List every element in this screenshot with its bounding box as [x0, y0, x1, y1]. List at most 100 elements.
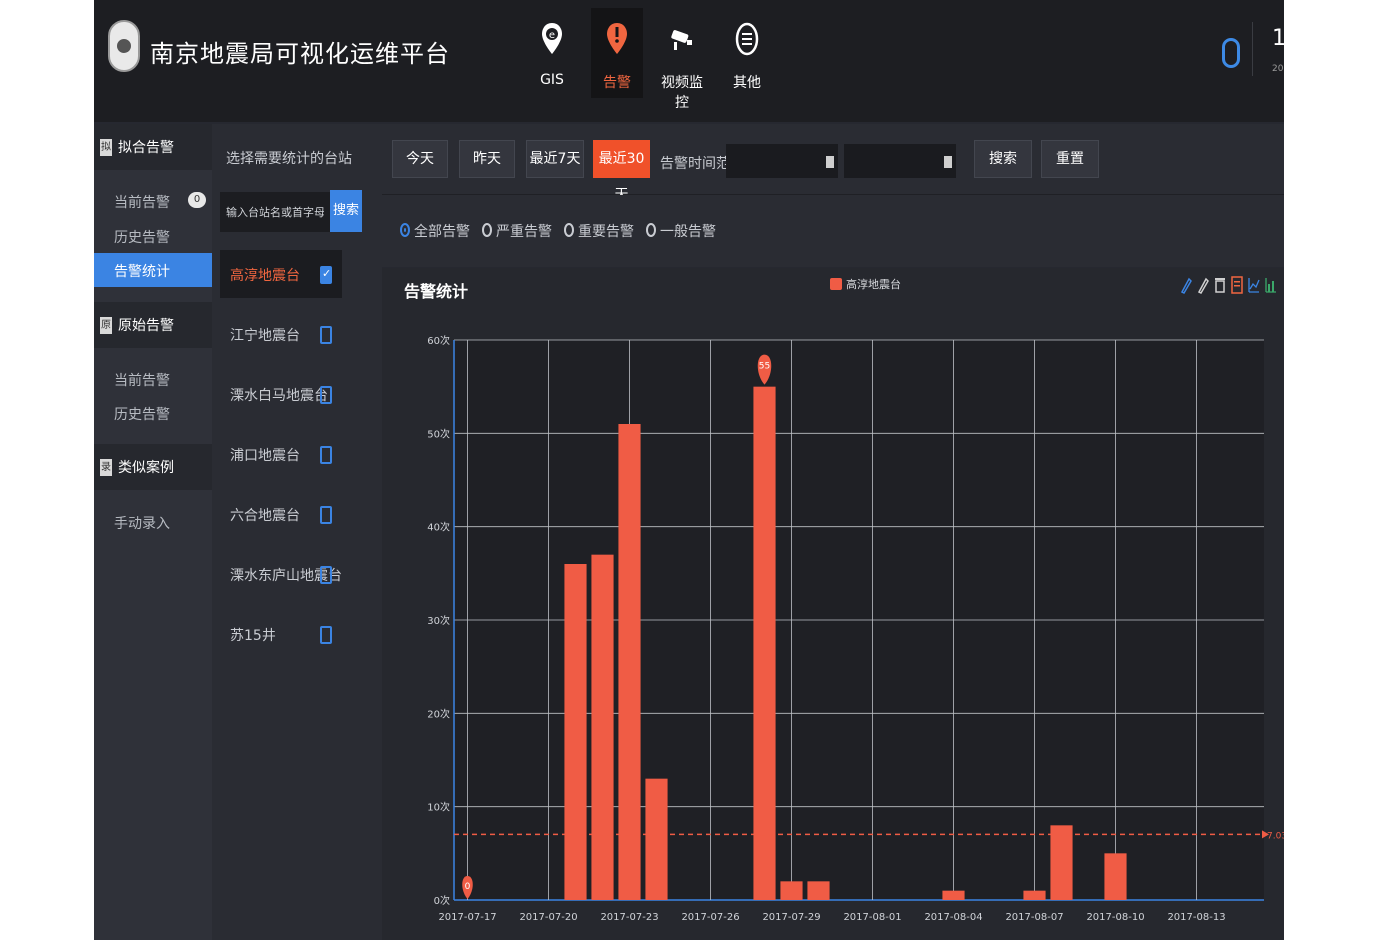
station-checkbox[interactable] — [320, 626, 332, 644]
station-item[interactable]: 苏15井 — [220, 610, 342, 658]
sidebar: 拟 拟合告警 当前告警 0 历史告警 告警统计 原 原始告警 当前告警 历史告警… — [94, 124, 212, 940]
y-tick-label: 20次 — [427, 707, 450, 720]
station-name: 高淳地震台 — [230, 268, 300, 284]
data-view-icon[interactable] — [1231, 276, 1243, 294]
x-tick-label: 2017-08-01 — [843, 912, 901, 923]
chart-panel: 0次 10次 20次 30次 40次 50次 60次 2017-07-17 2017-07-20… — [382, 268, 1284, 940]
nav-video[interactable]: 视频监控 — [656, 8, 708, 111]
sidebar-item-label: 历史告警 — [114, 407, 170, 423]
camera-icon — [671, 30, 692, 50]
group-badge: 原 — [100, 317, 112, 334]
bar — [591, 554, 614, 900]
y-tick-label: 10次 — [427, 801, 450, 814]
severity-filter: 全部告警 严重告警 重要告警 一般告警 — [382, 195, 1284, 267]
last-30-days-button[interactable]: 最近30天 — [593, 140, 650, 203]
station-item[interactable]: 浦口地震台 — [220, 430, 342, 478]
sidebar-item-label: 当前告警 — [114, 373, 170, 389]
alarm-stats-chart: 0次 10次 20次 30次 40次 50次 60次 2017-07-17 2017-07-20… — [427, 334, 1284, 923]
group-title: 类似案例 — [118, 460, 174, 476]
x-tick-label: 2017-07-29 — [762, 912, 820, 923]
station-search-input[interactable] — [220, 192, 330, 232]
user-icon[interactable] — [1222, 38, 1240, 68]
station-name: 溧水白马地震台 — [230, 388, 328, 404]
group-badge: 拟 — [100, 139, 112, 156]
station-item[interactable]: 江宁地震台 — [220, 310, 342, 358]
station-checkbox[interactable] — [320, 566, 332, 584]
seismology-bureau-logo — [108, 20, 140, 72]
alert-icon — [607, 23, 627, 54]
group-title: 拟合告警 — [118, 140, 174, 156]
bar — [645, 778, 668, 900]
sidebar-item-label: 历史告警 — [114, 230, 170, 246]
group-badge: 录 — [100, 459, 112, 476]
line-chart-icon[interactable] — [1248, 276, 1260, 294]
clock-time: 16 — [1272, 26, 1284, 51]
bar-chart-icon[interactable] — [1265, 276, 1277, 294]
start-date-input[interactable] — [726, 144, 838, 178]
sidebar-group-fitted-alarm[interactable]: 拟 拟合告警 — [94, 124, 212, 170]
station-checkbox[interactable] — [320, 266, 332, 284]
nav-alarm[interactable]: 告警 — [591, 8, 643, 98]
sidebar-item-raw-history[interactable]: 历史告警 — [94, 396, 212, 430]
radio-dot — [646, 223, 656, 237]
x-tick-label: 2017-07-20 — [519, 912, 577, 923]
sidebar-group-raw-alarm[interactable]: 原 原始告警 — [94, 302, 212, 348]
station-checkbox[interactable] — [320, 446, 332, 464]
search-button[interactable]: 搜索 — [974, 140, 1032, 178]
station-checkbox[interactable] — [320, 326, 332, 344]
sidebar-item-current-alarm[interactable]: 当前告警 0 — [94, 184, 212, 218]
sidebar-item-manual-entry[interactable]: 手动录入 — [94, 505, 212, 539]
x-tick-label: 2017-07-26 — [681, 912, 739, 923]
bar — [1023, 890, 1046, 900]
station-item[interactable]: 六合地震台 — [220, 490, 342, 538]
mark-point-icon[interactable] — [1180, 276, 1192, 294]
sidebar-item-label: 告警统计 — [114, 264, 170, 280]
station-name: 六合地震台 — [230, 508, 300, 524]
x-tick-label: 2017-08-10 — [1086, 912, 1144, 923]
top-header: 南京地震局可视化运维平台 e GIS 告警 视频监控 其他 1 20 — [94, 0, 1284, 122]
bar — [807, 881, 830, 900]
radio-label: 严重告警 — [496, 224, 552, 240]
sidebar-group-similar-cases[interactable]: 录 类似案例 — [94, 444, 212, 490]
station-name: 江宁地震台 — [230, 328, 300, 344]
svg-text:e: e — [549, 30, 555, 41]
header-divider — [1252, 22, 1253, 76]
x-tick-label: 2017-08-07 — [1005, 912, 1063, 923]
y-tick-label: 40次 — [427, 521, 450, 534]
nav-gis[interactable]: e GIS — [526, 8, 578, 98]
nav-alarm-label: 告警 — [603, 75, 631, 91]
station-panel: 选择需要统计的台站 搜索 高淳地震台江宁地震台溧水白马地震台浦口地震台六合地震台… — [212, 124, 382, 940]
y-tick-label: 50次 — [427, 427, 450, 440]
end-date-input[interactable] — [844, 144, 956, 178]
bar — [753, 386, 776, 901]
sidebar-item-alarm-stats[interactable]: 告警统计 — [94, 253, 212, 287]
station-search-button[interactable]: 搜索 — [330, 190, 362, 232]
radio-dot — [564, 223, 574, 237]
nav-gis-label: GIS — [540, 72, 564, 88]
radio-label: 重要告警 — [578, 224, 634, 240]
legend-swatch[interactable] — [830, 278, 842, 290]
today-button[interactable]: 今天 — [392, 140, 448, 178]
station-item[interactable]: 溧水白马地震台 — [220, 370, 342, 418]
radio-label: 一般告警 — [660, 224, 716, 240]
station-item[interactable]: 高淳地震台 — [220, 250, 342, 298]
nav-other-label: 其他 — [733, 75, 761, 91]
x-tick-label: 2017-08-04 — [924, 912, 982, 923]
yesterday-button[interactable]: 昨天 — [459, 140, 515, 178]
bar — [1050, 825, 1073, 900]
date-toolbar: 今天 昨天 最近7天 最近30天 告警时间范围 搜索 重置 — [382, 124, 1284, 203]
station-checkbox[interactable] — [320, 386, 332, 404]
average-label: 7.03 — [1267, 831, 1284, 841]
sidebar-item-history-alarm[interactable]: 历史告警 — [94, 219, 212, 253]
station-checkbox[interactable] — [320, 506, 332, 524]
station-panel-title: 选择需要统计的台站 — [226, 151, 352, 167]
delete-icon[interactable] — [1214, 276, 1226, 294]
sidebar-item-raw-current[interactable]: 当前告警 — [94, 362, 212, 396]
nav-other[interactable]: 其他 — [721, 8, 773, 98]
edit-icon[interactable] — [1197, 276, 1209, 294]
reset-button[interactable]: 重置 — [1041, 140, 1099, 178]
station-item[interactable]: 溧水东庐山地震台 — [220, 550, 342, 598]
last-7-days-button[interactable]: 最近7天 — [526, 140, 584, 178]
bar — [942, 890, 965, 900]
app-title: 南京地震局可视化运维平台 — [150, 40, 450, 68]
